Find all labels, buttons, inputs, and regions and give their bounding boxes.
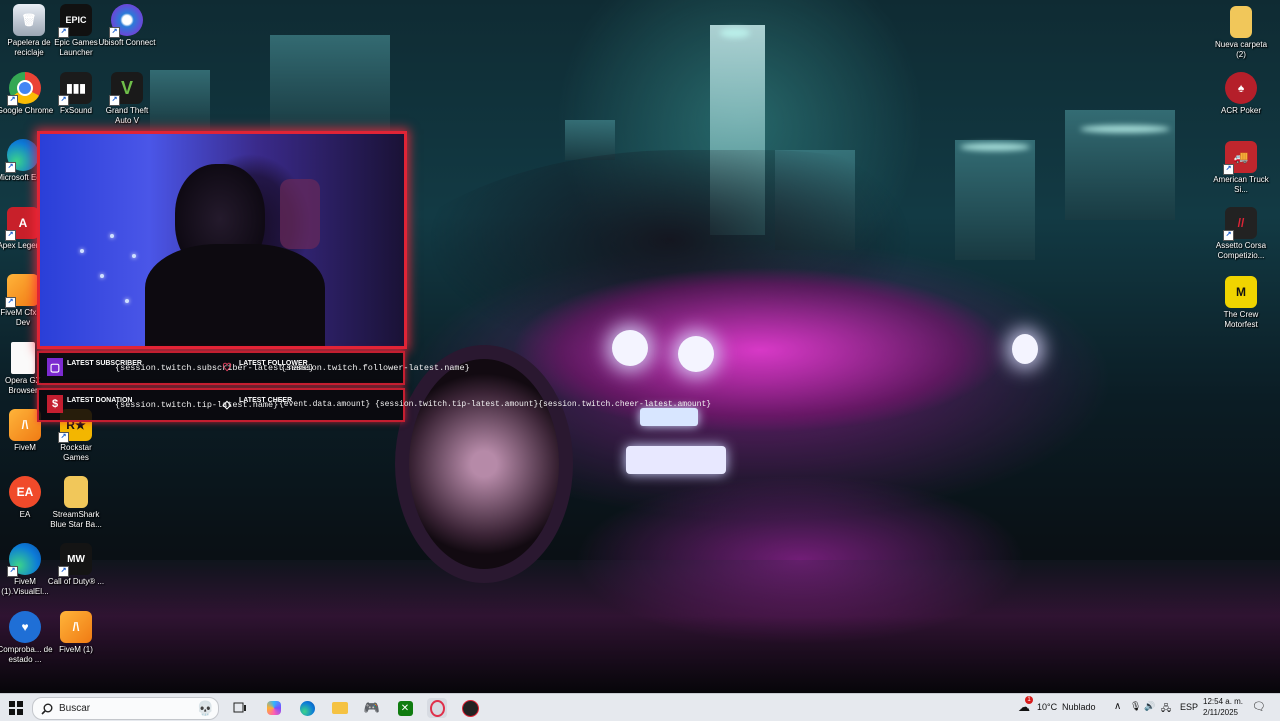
edge-icon: ↗ bbox=[5, 139, 39, 173]
search-icon bbox=[41, 703, 53, 715]
desktop-icon-crew[interactable]: M The Crew Motorfest bbox=[1212, 276, 1270, 330]
taskbar-xbox[interactable]: ✕ bbox=[395, 698, 415, 718]
dollar-icon: $ bbox=[47, 395, 63, 413]
weather-badge: 1 bbox=[1025, 696, 1033, 704]
desktop-icon-epic[interactable]: EPIC ↗ Epic Games Launcher bbox=[47, 4, 105, 58]
clock-time[interactable]: 12:54 a. m. bbox=[1203, 697, 1243, 706]
network-icon[interactable]: 🖧 bbox=[1161, 701, 1171, 717]
desktop-icon-assetto[interactable]: //↗ Assetto Corsa Competizio... bbox=[1212, 207, 1270, 261]
chair bbox=[280, 179, 320, 249]
folder-icon bbox=[1230, 6, 1252, 38]
cod-icon: MW ↗ bbox=[58, 543, 92, 577]
desktop-icon-gta[interactable]: V ↗ Grand Theft Auto V bbox=[98, 72, 156, 126]
taskbar-obs[interactable] bbox=[460, 698, 480, 718]
windows-logo-icon bbox=[9, 701, 23, 715]
clock-date[interactable]: 2/11/2025 bbox=[1203, 708, 1238, 717]
file-icon bbox=[11, 342, 35, 374]
desktop-icon-fxsound[interactable]: ▮▮▮ ↗ FxSound bbox=[47, 72, 105, 116]
twitch-icon: ▢ bbox=[47, 358, 63, 376]
weather-temp[interactable]: 10°C bbox=[1037, 702, 1057, 712]
obs-icon bbox=[461, 699, 479, 717]
desktop-icon-health-check[interactable]: ♥ Comproba... de estado ... bbox=[0, 611, 54, 665]
taskbar-search[interactable]: Buscar 💀 bbox=[32, 697, 219, 720]
apex-icon: A ↗ bbox=[5, 207, 39, 241]
folder-icon bbox=[332, 702, 348, 714]
start-button[interactable] bbox=[6, 698, 26, 718]
desktop-icon-new-folder[interactable]: Nueva carpeta (2) bbox=[1212, 6, 1270, 60]
desktop-icon-ea[interactable]: EA EA bbox=[0, 476, 54, 520]
assetto-icon: //↗ bbox=[1223, 207, 1257, 241]
heart-icon: ♡ bbox=[222, 361, 232, 374]
taskbar-copilot[interactable] bbox=[264, 698, 284, 718]
search-highlight-icon: 💀 bbox=[196, 700, 214, 716]
fivem-icon: ↗ bbox=[5, 274, 39, 308]
gta-icon: V ↗ bbox=[109, 72, 143, 106]
health-check-icon: ♥ bbox=[9, 611, 41, 643]
fxsound-icon: ▮▮▮ ↗ bbox=[58, 72, 92, 106]
ea-icon: EA bbox=[9, 476, 41, 508]
recycle-bin-icon: 🗑 bbox=[13, 4, 45, 36]
volume-icon[interactable]: 🔊 bbox=[1144, 701, 1155, 712]
truck-icon: 🚚 ↗ bbox=[1223, 141, 1257, 175]
opera-icon bbox=[429, 699, 445, 717]
streamer-body bbox=[145, 244, 325, 346]
desktop-icon-acr-poker[interactable]: ♠ ACR Poker bbox=[1212, 72, 1270, 116]
gamepad-icon: 🎮 bbox=[363, 700, 381, 715]
weather-desc[interactable]: Nublado bbox=[1062, 702, 1096, 712]
crew-icon: M bbox=[1225, 276, 1257, 308]
desktop-icon-cod[interactable]: MW ↗ Call of Duty® ... bbox=[47, 543, 105, 587]
notification-center-icon[interactable]: 🗨 bbox=[1252, 700, 1266, 713]
taskbar: Buscar 💀 🎮 ✕ ☁ 1 10°C Nublado ∧ 🎙 🔊 🖧 ES… bbox=[0, 693, 1280, 721]
ubisoft-icon: ↗ bbox=[109, 4, 143, 38]
diamond-icon: ◇ bbox=[222, 398, 232, 411]
folder-icon bbox=[64, 476, 88, 508]
webcam-preview bbox=[37, 131, 407, 349]
alert-bar-donation-cheer: $ LATEST DONATION {session.twitch.tip-la… bbox=[37, 388, 711, 422]
taskbar-edge[interactable] bbox=[297, 698, 317, 718]
taskbar-file-explorer[interactable] bbox=[330, 698, 350, 718]
task-view-button[interactable] bbox=[230, 698, 250, 718]
edge-icon: ↗ bbox=[7, 543, 41, 577]
edge-icon bbox=[299, 700, 315, 716]
alert-bar-subscriber-follower: ▢ LATEST SUBSCRIBER {session.twitch.subs… bbox=[37, 351, 470, 385]
microphone-icon[interactable]: 🎙 bbox=[1130, 701, 1141, 712]
show-hidden-icons-chevron-icon[interactable]: ∧ bbox=[1114, 701, 1121, 712]
poker-icon: ♠ bbox=[1225, 72, 1257, 104]
language-indicator[interactable]: ESP bbox=[1180, 702, 1198, 712]
desktop-icon-ubisoft[interactable]: ↗ Ubisoft Connect bbox=[98, 4, 156, 48]
desktop-icon-fivem-visual[interactable]: ↗ FiveM (1).VisualEl... bbox=[0, 543, 54, 597]
copilot-icon bbox=[267, 701, 281, 715]
task-view-icon bbox=[233, 702, 246, 713]
epic-games-icon: EPIC ↗ bbox=[58, 4, 92, 38]
fivem-icon: /\ bbox=[60, 611, 92, 643]
xbox-icon: ✕ bbox=[397, 700, 413, 716]
taskbar-gamepad[interactable]: 🎮 bbox=[362, 698, 382, 718]
chrome-icon: ↗ bbox=[7, 72, 41, 106]
desktop-icon-american-truck[interactable]: 🚚 ↗ American Truck Si... bbox=[1212, 141, 1270, 195]
desktop-icon-chrome[interactable]: ↗ Google Chrome bbox=[0, 72, 54, 116]
taskbar-opera[interactable] bbox=[427, 698, 447, 718]
desktop-icon-fivem-1[interactable]: /\ FiveM (1) bbox=[47, 611, 105, 655]
desktop-icon-streamshark[interactable]: StreamShark Blue Star Ba... bbox=[47, 476, 105, 530]
